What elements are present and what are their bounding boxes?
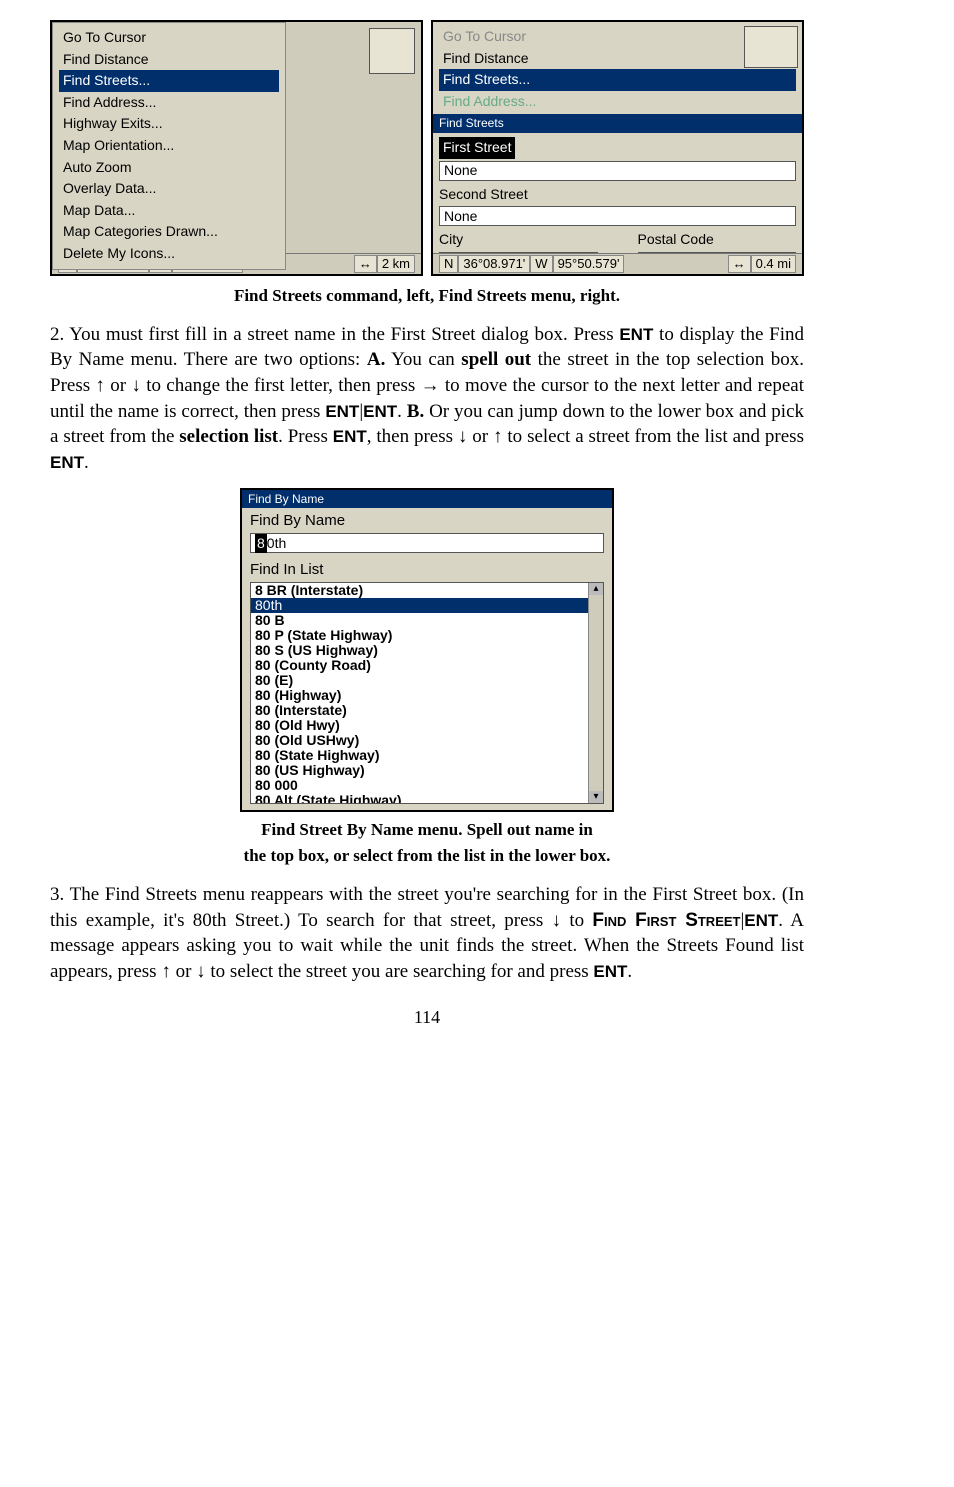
find-by-name-label: Find By Name [242, 508, 612, 531]
list-item[interactable]: 80 (Old USHwy) [251, 733, 603, 748]
menu-item-map-data[interactable]: Map Data... [59, 200, 279, 222]
menu-item-delete-icons[interactable]: Delete My Icons... [59, 243, 279, 265]
figure-find-by-name: Find By Name Find By Name 80th Find In L… [240, 488, 614, 813]
key-ent: ENT [744, 911, 778, 930]
list-item[interactable]: 80th [251, 598, 603, 613]
text: You can [385, 349, 461, 370]
key-ent: ENT [325, 402, 359, 421]
find-in-list-label: Find In List [242, 557, 612, 580]
spell-rest: 0th [267, 534, 286, 554]
text: . [627, 961, 632, 982]
list-item[interactable]: 8 BR (Interstate) [251, 583, 603, 598]
second-street-input[interactable]: None [439, 206, 796, 226]
context-menu: Go To Cursor Find Distance Find Streets.… [52, 22, 286, 270]
postal-label: Postal Code [638, 230, 797, 250]
menu-item-find-address[interactable]: Find Address... [59, 92, 279, 114]
menu-item-find-distance: Find Distance [439, 48, 796, 70]
cmd-find-first-street: Find First Street [592, 910, 740, 931]
list-item[interactable]: 80 000 [251, 778, 603, 793]
list-item[interactable]: 80 S (US Highway) [251, 643, 603, 658]
text: , then press ↓ or ↑ to select a street f… [367, 426, 804, 447]
menu-item-find-distance[interactable]: Find Distance [59, 49, 279, 71]
text: . [84, 452, 89, 473]
option-a: A. [367, 349, 385, 370]
selection-list: selection list [179, 426, 278, 447]
status-bar-right: N 36°08.971' W 95°50.579' ↔ 0.4 mi [433, 253, 802, 274]
list-item[interactable]: 80 (Old Hwy) [251, 718, 603, 733]
scrollbar[interactable]: ▴ ▾ [588, 583, 603, 803]
menu-item-find-streets-sel: Find Streets... [439, 69, 796, 91]
arrows-icon: ↔ [728, 255, 751, 273]
list-item[interactable]: 80 P (State Highway) [251, 628, 603, 643]
spell-cursor-char: 8 [255, 534, 267, 554]
coord-lon: 95°50.579' [553, 255, 625, 273]
caption-1: Find Streets command, left, Find Streets… [50, 284, 804, 308]
text: . [397, 401, 407, 422]
menu-item-auto-zoom[interactable]: Auto Zoom [59, 157, 279, 179]
compass-icon [744, 26, 798, 68]
list-item[interactable]: 80 (Highway) [251, 688, 603, 703]
menu-item-map-orientation[interactable]: Map Orientation... [59, 135, 279, 157]
list-item[interactable]: 80 (Interstate) [251, 703, 603, 718]
menu-item-find-streets[interactable]: Find Streets... [59, 70, 279, 92]
key-ent: ENT [619, 325, 653, 344]
city-label: City [439, 230, 598, 250]
first-street-label: First Street [439, 137, 515, 159]
paragraph-3: 3. The Find Streets menu reappears with … [50, 882, 804, 985]
list-item[interactable]: 80 (US Highway) [251, 763, 603, 778]
caption-2b: the top box, or select from the list in … [50, 844, 804, 868]
list-item[interactable]: 80 (E) [251, 673, 603, 688]
figure-left: Go To Cursor Find Distance Find Streets.… [50, 20, 423, 276]
street-list[interactable]: 8 BR (Interstate) 80th 80 B 80 P (State … [250, 582, 604, 804]
second-street-label: Second Street [439, 186, 528, 202]
list-item[interactable]: 80 B [251, 613, 603, 628]
first-street-input[interactable]: None [439, 161, 796, 181]
menu-item-highway-exits[interactable]: Highway Exits... [59, 113, 279, 135]
key-ent: ENT [363, 402, 397, 421]
panel-title-find-by-name: Find By Name [242, 490, 612, 509]
spell-out: spell out [461, 349, 531, 370]
menu-item-overlay-data[interactable]: Overlay Data... [59, 178, 279, 200]
spell-input[interactable]: 80th [250, 533, 604, 553]
list-item[interactable]: 80 (State Highway) [251, 748, 603, 763]
scale: 2 km [377, 255, 415, 273]
panel-title-find-streets: Find Streets [433, 114, 802, 133]
page-number: 114 [50, 1005, 804, 1030]
menu-item-go-to-cursor[interactable]: Go To Cursor [59, 27, 279, 49]
menu-item-map-categories[interactable]: Map Categories Drawn... [59, 221, 279, 243]
key-ent: ENT [50, 453, 84, 472]
lat-n-indicator: N [439, 255, 458, 273]
text: . Press [278, 426, 333, 447]
figures-row: Go To Cursor Find Distance Find Streets.… [50, 20, 804, 276]
menu-item-find-address-dim: Find Address... [439, 91, 796, 113]
text: 2. You must first fill in a street name … [50, 324, 619, 345]
option-b: B. [407, 401, 424, 422]
figure-right: Go To Cursor Find Distance Find Streets.… [431, 20, 804, 276]
caption-2a: Find Street By Name menu. Spell out name… [50, 818, 804, 842]
key-ent: ENT [593, 962, 627, 981]
scale: 0.4 mi [751, 255, 796, 273]
list-item[interactable]: 80 (County Road) [251, 658, 603, 673]
compass-icon [369, 28, 415, 74]
scroll-down-icon[interactable]: ▾ [589, 791, 603, 803]
dir-w: W [530, 255, 552, 273]
menu-item-go-to-cursor-dim: Go To Cursor [439, 26, 796, 48]
coord-lat: 36°08.971' [458, 255, 530, 273]
key-ent: ENT [333, 427, 367, 446]
list-item[interactable]: 80 Alt (State Highway) [251, 793, 603, 804]
scroll-up-icon[interactable]: ▴ [589, 583, 603, 595]
paragraph-2: 2. You must first fill in a street name … [50, 322, 804, 476]
arrows-icon: ↔ [354, 255, 377, 273]
